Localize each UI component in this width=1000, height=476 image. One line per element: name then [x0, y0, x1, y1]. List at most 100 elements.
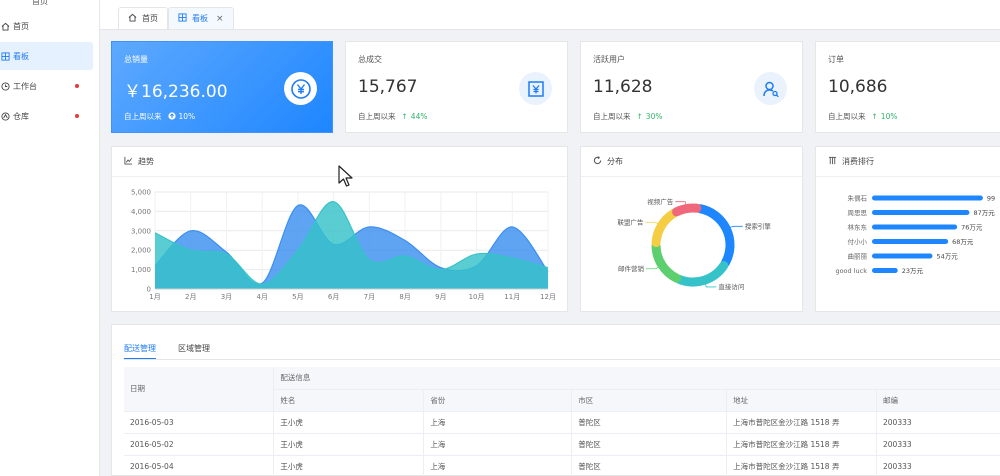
stat-percent: 44%	[410, 112, 428, 121]
bar-value-label: 23万元	[902, 267, 924, 275]
ranking-icon	[828, 156, 837, 168]
trend-chart: 01,0002,0003,0004,0005,0001月 2月 3月 4月 5月 6月 7月…	[131, 189, 556, 302]
table-cell: 上海市普陀区金沙江路 1518 弄	[726, 433, 878, 456]
ranking-chart: 朱偶石 99 周思思 87万元林东东 76万元付小小 68万元曲丽丽 54万元 good lu…	[835, 193, 995, 275]
table-cell: 普陀区	[571, 411, 728, 434]
ranking-panel-title: 消费排行	[842, 157, 874, 166]
x-tick-label: 5月	[292, 293, 303, 301]
notification-dot	[75, 84, 79, 88]
pie-slice	[651, 208, 679, 248]
x-tick-label: 6月	[328, 293, 339, 301]
column-header: 姓名	[273, 389, 425, 412]
table-cell: 上海	[423, 411, 573, 434]
pie-label: 搜索引擎	[745, 222, 772, 231]
x-tick-label: 9月	[435, 293, 446, 301]
stat-footer-label: 自上周以来	[358, 112, 396, 121]
bar	[872, 268, 898, 273]
sidebar: 首页 首页 看板 工作台 仓库	[0, 0, 100, 476]
pie-label: 联盟广告	[617, 218, 644, 227]
y-tick-label: 2,000	[131, 247, 151, 255]
stat-value: ￥16,236.00	[124, 82, 228, 102]
table-cell: 2016-05-02	[124, 433, 275, 456]
arrow-up-icon	[167, 111, 176, 122]
close-icon[interactable]: ×	[216, 14, 224, 24]
bar-value-label: 54万元	[936, 252, 958, 260]
y-tick-label: 5,000	[131, 189, 151, 197]
pie-slice	[651, 241, 682, 283]
x-tick-label: 4月	[256, 293, 267, 301]
tab-home[interactable]: 首页	[118, 7, 168, 29]
table-cell: 王小虎	[273, 433, 425, 456]
sidebar-item-workbench[interactable]: 工作台	[0, 72, 99, 100]
table-cell: 普陀区	[571, 455, 728, 476]
table-cell: 200333	[876, 455, 1000, 476]
tab-dashboard[interactable]: 看板 ×	[168, 7, 234, 29]
tab-delivery-management[interactable]: 配送管理	[124, 335, 156, 360]
stat-footer: 自上周以来 10%	[124, 111, 195, 122]
bar-category-label: 周思思	[848, 209, 868, 217]
ranking-panel-header: 消费排行	[816, 147, 1000, 177]
y-tick-label: 1,000	[131, 266, 151, 274]
table-cell: 王小虎	[273, 455, 425, 476]
pie-label: 视频广告	[647, 197, 674, 206]
stat-card-orders: 订单 10,686 自上周以来 ↑ 10%	[815, 41, 1000, 133]
column-header: 地址	[726, 389, 878, 412]
sidebar-item-dashboard[interactable]: 看板	[0, 42, 93, 70]
sidebar-item-warehouse[interactable]: 仓库	[0, 102, 99, 130]
divider	[124, 359, 1000, 360]
stat-footer-label: 自上周以来	[124, 112, 162, 121]
tab-bar: 首页 看板 ×	[100, 0, 1000, 30]
sidebar-top-item[interactable]: 首页	[0, 0, 99, 10]
distribution-chart: 搜索引擎直接访问 邮件营销 联盟广告 视频广告	[617, 197, 772, 291]
stat-footer-label: 自上周以来	[593, 112, 631, 121]
y-tick-label: 3,000	[131, 227, 151, 235]
tab-region-management[interactable]: 区域管理	[178, 335, 210, 360]
notification-dot	[75, 114, 79, 118]
stat-title: 订单	[828, 55, 844, 64]
sidebar-item-label: 首页	[13, 21, 29, 31]
line-chart-icon	[124, 156, 133, 168]
home-icon	[128, 13, 137, 25]
yen-bill-icon	[519, 72, 552, 105]
user-search-icon	[754, 72, 787, 105]
bar	[872, 239, 949, 244]
stat-value: 15,767	[358, 77, 418, 97]
column-header: 邮编	[876, 389, 1000, 412]
bar-category-label: 付小小	[848, 237, 868, 246]
section-tabs: 配送管理 区域管理	[124, 335, 232, 360]
yen-coin-icon	[284, 72, 317, 105]
pie-slice	[672, 203, 702, 217]
table-cell: 2016-05-03	[124, 411, 275, 434]
table-row: 2016-05-04 王小虎 上海 普陀区 上海市普陀区金沙江路 1518 弄 …	[124, 455, 1000, 476]
sidebar-item-label: 看板	[13, 51, 29, 61]
arrow-up-icon: ↑	[401, 112, 408, 121]
x-tick-label: 2月	[185, 293, 196, 301]
table-row: 2016-05-02 王小虎 上海 普陀区 上海市普陀区金沙江路 1518 弄 …	[124, 433, 1000, 456]
stat-percent: 30%	[645, 112, 663, 121]
x-tick-label: 8月	[399, 293, 410, 301]
stat-footer: 自上周以来 ↑ 30%	[593, 111, 662, 122]
column-header: 省份	[423, 389, 573, 412]
table-cell: 2016-05-04	[124, 455, 275, 476]
stat-title: 总成交	[358, 55, 382, 64]
grid-icon	[0, 51, 11, 61]
distribution-panel-header: 分布	[581, 147, 802, 177]
column-group-header: 配送信息	[273, 367, 1000, 390]
bar-value-label: 99	[987, 194, 995, 202]
sidebar-item-home[interactable]: 首页	[0, 12, 99, 40]
bar	[872, 195, 983, 201]
bar-category-label: 林东东	[848, 222, 868, 231]
ranking-panel: 消费排行 朱偶石 99 周思思 87万元 林东东 76万元 付小小 68万元 曲丽丽 54万元 go…	[815, 146, 1000, 312]
table-cell: 上海市普陀区金沙江路 1518 弄	[726, 455, 878, 476]
table-cell: 普陀区	[571, 433, 728, 456]
bar-category-label: 曲丽丽	[848, 251, 868, 260]
box-icon	[0, 111, 11, 121]
x-tick-label: 7月	[364, 293, 375, 301]
bar-category-label: good luck	[835, 267, 867, 275]
distribution-panel: 分布 搜索引擎 直接访问 邮件营销 联盟广告 视频广告	[580, 146, 803, 312]
pie-label-line	[729, 225, 743, 229]
clock-icon	[0, 81, 11, 91]
pie-slice	[695, 204, 735, 268]
bar-value-label: 76万元	[961, 223, 983, 231]
x-tick-label: 10月	[469, 293, 485, 301]
